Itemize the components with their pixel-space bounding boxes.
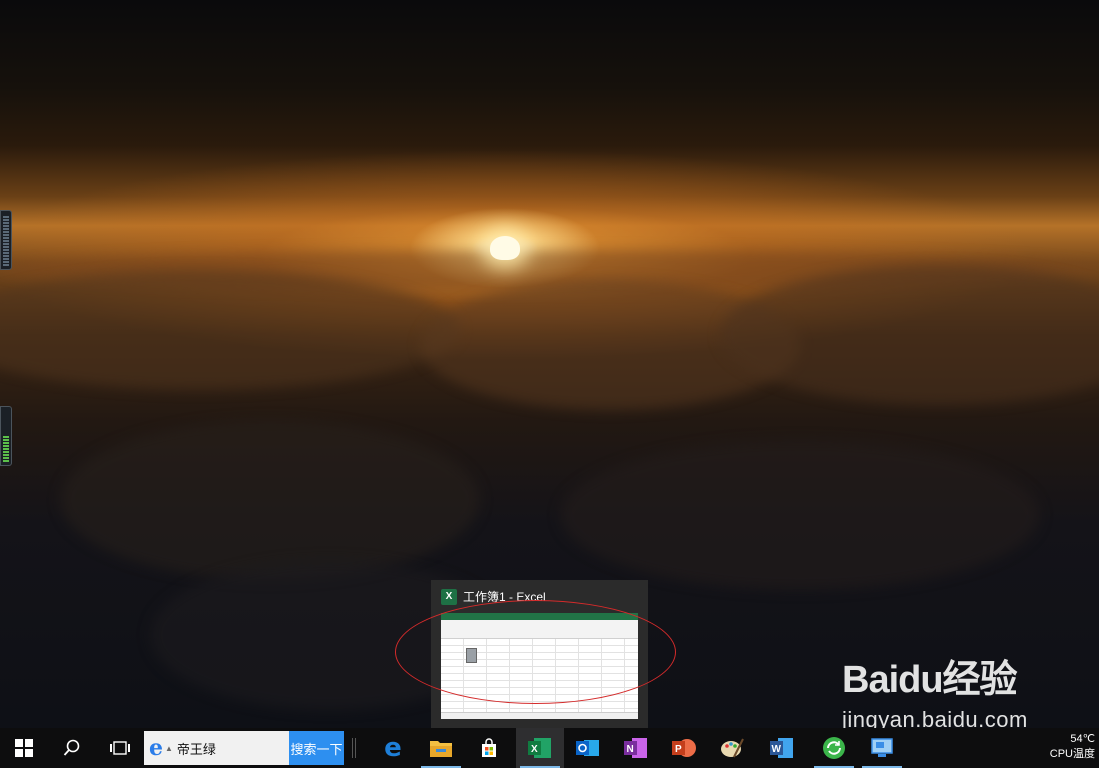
cpu-temperature-label: CPU温度 (1049, 748, 1095, 760)
svg-text:N: N (627, 744, 634, 755)
thumbnail-title-band (441, 613, 638, 620)
search-box[interactable]: e ▲ 帝王绿 (144, 731, 289, 765)
left-gadget-meter-bottom[interactable] (0, 406, 12, 466)
ie-icon: e (149, 735, 163, 761)
onenote-icon[interactable]: N (612, 728, 660, 768)
thumbnail-ribbon (441, 620, 638, 639)
dropdown-icon[interactable]: ▲ (165, 744, 173, 753)
sun (490, 236, 520, 260)
search-icon[interactable] (48, 728, 96, 768)
left-gadget-meter-top[interactable] (0, 210, 12, 270)
excel-icon: X (441, 588, 457, 605)
cpu-temperature-tray[interactable]: 54℃ CPU温度 (1050, 732, 1095, 762)
store-icon[interactable] (465, 728, 513, 768)
taskbar: e ▲ 帝王绿 搜索一下 e X N P W 54℃ CPU温度 (0, 728, 1099, 768)
task-view-icon[interactable] (96, 728, 144, 768)
preview-title-bar: X 工作簿1 - Excel (441, 588, 546, 605)
svg-text:P: P (675, 744, 682, 755)
remote-desktop-icon[interactable] (858, 728, 906, 768)
paint-icon[interactable] (708, 728, 756, 768)
search-button[interactable]: 搜索一下 (289, 731, 344, 765)
thumbnail-status-bar (441, 712, 638, 719)
preview-title: 工作簿1 - Excel (463, 590, 546, 604)
windows-start-icon[interactable] (0, 728, 48, 768)
baidu-logo: Baidu经验 (842, 648, 1028, 703)
outlook-icon[interactable] (564, 728, 612, 768)
svg-text:X: X (531, 744, 538, 755)
excel-window-preview[interactable]: X 工作簿1 - Excel (431, 580, 648, 728)
thumbnail-trash-icon (466, 648, 477, 663)
file-explorer-icon[interactable] (417, 728, 465, 768)
green-refresh-icon[interactable] (810, 728, 858, 768)
baidu-watermark: Baidu经验 jingyan.baidu.com (842, 648, 1028, 733)
watermark-brand: Baidu经验 (842, 659, 1018, 701)
search-input[interactable]: 帝王绿 (177, 739, 216, 758)
word-icon[interactable]: W (758, 728, 806, 768)
excel-icon[interactable]: X (516, 728, 564, 768)
taskbar-divider (352, 738, 356, 758)
powerpoint-icon[interactable]: P (660, 728, 708, 768)
edge-icon[interactable]: e (369, 728, 417, 768)
excel-thumbnail[interactable] (441, 613, 638, 719)
svg-text:W: W (772, 744, 782, 755)
cpu-temperature: 54℃ (1070, 733, 1095, 745)
